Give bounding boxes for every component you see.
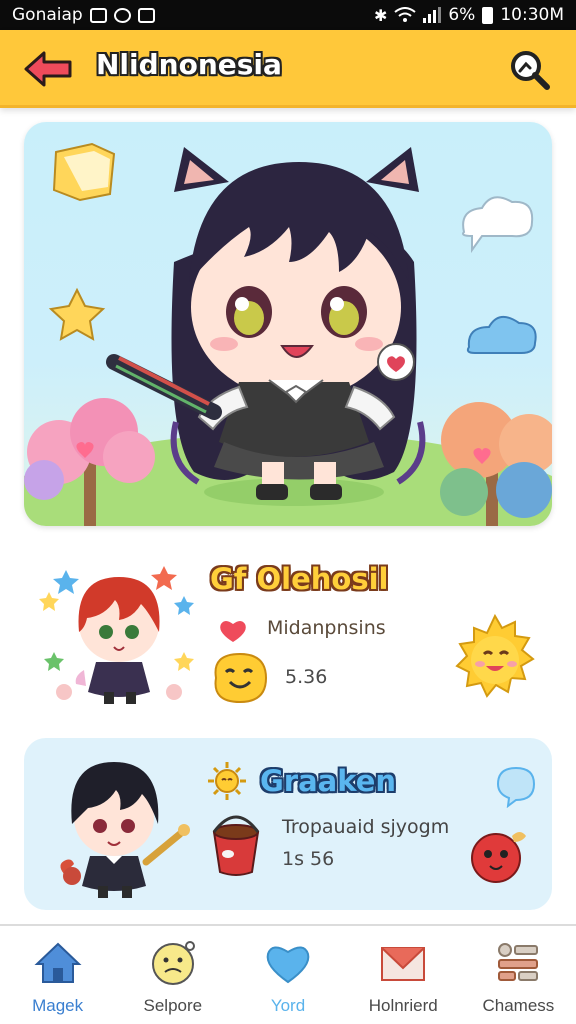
smiley-blob-icon <box>214 652 268 704</box>
nav-label: Magek <box>32 996 84 1015</box>
battery-percent: 6% <box>448 5 476 25</box>
wifi-icon <box>394 7 416 22</box>
bottom-nav: Magek Selpore Yord Holnrierd Chamess <box>0 924 576 1024</box>
back-arrow-icon <box>24 51 72 87</box>
nav-label: Selpore <box>143 996 203 1015</box>
heart-icon <box>266 946 310 984</box>
bluetooth-icon: ✱ <box>373 5 388 25</box>
card-number: 1s 56 <box>282 848 335 870</box>
list-card-1[interactable]: Gf Olehosil Midanpnsins 5.36 <box>24 546 552 716</box>
heart-icon <box>220 621 246 642</box>
sun-icon <box>455 613 535 698</box>
search-icon <box>511 51 550 90</box>
mail-icon <box>381 947 426 981</box>
status-bar: Gonaiap ✱ 6% 10:30M <box>0 0 576 30</box>
card-title: Graaken <box>260 764 397 798</box>
card-subtitle: Tropauaid sjyogm <box>282 816 450 838</box>
nav-item-chamess[interactable]: Chamess <box>461 926 576 1024</box>
nav-label: Yord <box>270 996 306 1015</box>
back-button[interactable] <box>20 46 76 92</box>
carrier-name: Gonaiap <box>12 5 83 25</box>
nav-item-yord[interactable]: Yord <box>230 926 345 1024</box>
status-right: ✱ 6% 10:30M <box>374 5 564 25</box>
nav-item-holnrierd[interactable]: Holnrierd <box>346 926 461 1024</box>
card-subtitle: Midanpnsins <box>267 617 386 639</box>
nav-label: Chamess <box>482 996 555 1015</box>
gallery-icon <box>89 7 107 23</box>
clock: 10:30M <box>500 5 564 25</box>
list-card-2[interactable]: Graaken Tropauaid sjyogm 1s 56 <box>24 738 552 910</box>
status-left: Gonaiap <box>12 5 155 25</box>
battery-icon <box>482 6 494 24</box>
chibi-boy-thumbnail <box>60 762 190 898</box>
card-number: 5.36 <box>285 666 328 688</box>
sun-icon <box>208 762 246 800</box>
list-icon <box>498 943 539 981</box>
card-title: Gf Olehosil <box>210 562 389 596</box>
speech-bubble-icon <box>496 766 536 808</box>
sync-icon <box>113 7 131 23</box>
nav-item-selpore[interactable]: Selpore <box>115 926 230 1024</box>
sad-face-icon <box>151 941 195 985</box>
hero-card[interactable] <box>24 122 552 526</box>
red-bird-icon <box>471 832 526 883</box>
search-button[interactable] <box>504 46 554 92</box>
chibi-redhead-thumbnail <box>39 566 194 704</box>
mail-icon <box>137 7 155 23</box>
nav-label: Holnrierd <box>368 996 438 1015</box>
app-bar: Nlidnonesia <box>0 30 576 108</box>
signal-icon <box>423 7 442 23</box>
chibi-cat-girl-illustration <box>24 142 552 526</box>
home-icon <box>34 942 82 983</box>
page-title: Nlidnonesia <box>96 48 282 81</box>
bucket-icon <box>212 815 260 876</box>
nav-item-magek[interactable]: Magek <box>0 926 115 1024</box>
